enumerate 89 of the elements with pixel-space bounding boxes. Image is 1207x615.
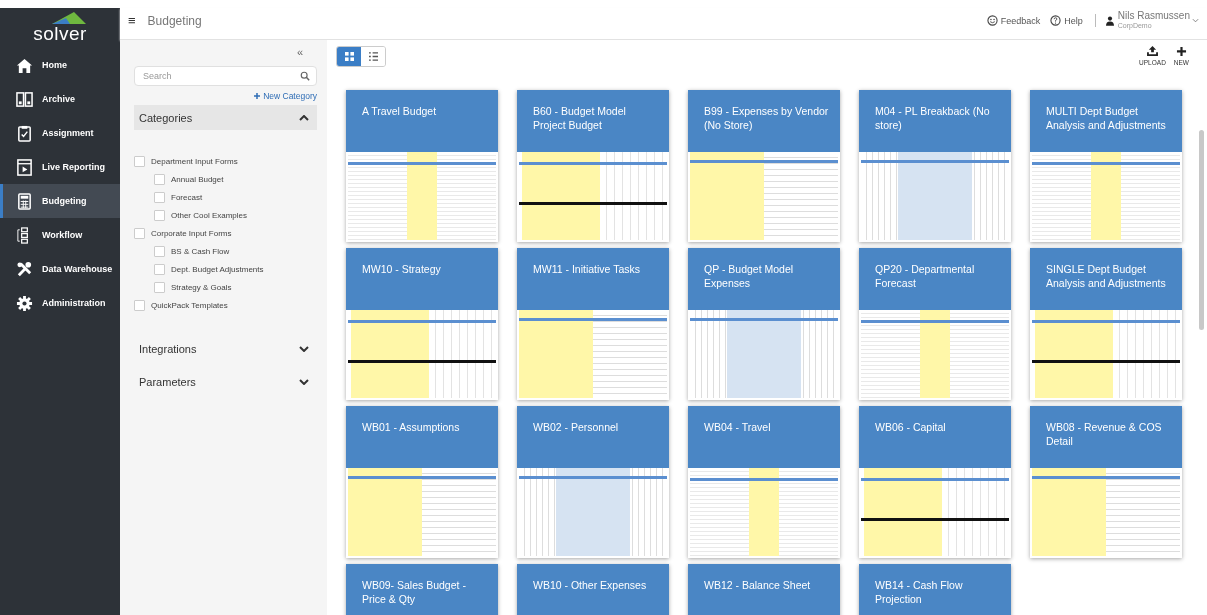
category-label: Dept. Budget Adjustments <box>171 264 264 274</box>
user-icon <box>1105 15 1114 26</box>
logo-mark-icon <box>52 12 86 24</box>
checkbox[interactable] <box>134 155 145 167</box>
plus-icon <box>1175 46 1187 56</box>
section-header[interactable]: Integrations <box>134 336 317 361</box>
list-icon <box>368 52 378 61</box>
clipboard-icon <box>16 124 33 142</box>
card-title: WB01 - Assumptions <box>346 406 498 468</box>
collapse-button[interactable]: « <box>134 40 317 60</box>
card-title: B60 - Budget Model Project Budget <box>517 90 669 152</box>
search-icon <box>300 71 310 81</box>
help-link[interactable]: Help <box>1050 15 1083 26</box>
nav-item[interactable]: Assignment <box>0 116 120 150</box>
checkbox[interactable] <box>154 209 165 221</box>
category-item[interactable]: Forecast <box>134 188 317 206</box>
category-item[interactable]: Strategy & Goals <box>134 278 317 296</box>
nav-item[interactable]: Administration <box>0 286 120 320</box>
card-title: WB09- Sales Budget - Price & Qty <box>346 564 498 615</box>
scrollbar[interactable] <box>1199 130 1204 330</box>
logo-text: solver <box>33 24 87 44</box>
card-title: QP20 - Departmental Forecast <box>859 248 1011 310</box>
calculator-icon <box>16 192 33 210</box>
card-title: WB14 - Cash Flow Projection <box>859 564 1011 615</box>
chevron-down-icon <box>299 345 309 352</box>
nav-item[interactable]: Budgeting <box>0 184 120 218</box>
checkbox[interactable] <box>154 281 165 293</box>
card-title: MW11 - Initiative Tasks <box>517 248 669 310</box>
checkbox[interactable] <box>134 299 145 311</box>
card-title: WB02 - Personnel <box>517 406 669 468</box>
card-title: WB12 - Balance Sheet <box>688 564 840 615</box>
category-label: Department Input Forms <box>151 156 238 166</box>
card-title: A Travel Budget <box>346 90 498 152</box>
chevron-down-icon <box>299 378 309 385</box>
card-title: B99 - Expenses by Vendor (No Store) <box>688 90 840 152</box>
feedback-link[interactable]: Feedback <box>986 15 1041 26</box>
grid-view-button[interactable] <box>337 47 361 66</box>
card-title: M04 - PL Breakback (No store) <box>859 90 1011 152</box>
card-title: WB08 - Revenue & COS Detail <box>1030 406 1182 468</box>
card-title: QP - Budget Model Expenses <box>688 248 840 310</box>
checkbox[interactable] <box>154 245 165 257</box>
nav-item[interactable]: Live Reporting <box>0 150 120 184</box>
category-item[interactable]: Department Input Forms <box>134 152 317 170</box>
category-item[interactable]: BS & Cash Flow <box>134 242 317 260</box>
checkbox[interactable] <box>154 191 165 203</box>
card-title: WB10 - Other Expenses <box>517 564 669 615</box>
category-label: Strategy & Goals <box>171 282 232 292</box>
gear-icon <box>16 294 33 312</box>
category-label: Annual Budget <box>171 174 224 184</box>
category-item[interactable]: Dept. Budget Adjustments <box>134 260 317 278</box>
card-title: MULTI Dept Budget Analysis and Adjustments <box>1030 90 1182 152</box>
caret-icon[interactable] <box>1192 18 1199 23</box>
nav-item[interactable]: Home <box>0 48 120 82</box>
nav-item[interactable]: Archive <box>0 82 120 116</box>
category-label: Forecast <box>171 192 203 202</box>
tools-icon <box>16 260 33 278</box>
category-label: BS & Cash Flow <box>171 246 230 256</box>
section-header[interactable]: Parameters <box>134 369 317 394</box>
checkbox[interactable] <box>154 173 165 185</box>
category-item[interactable]: Other Cool Examples <box>134 206 317 224</box>
category-item[interactable]: Corporate Input Forms <box>134 224 317 242</box>
home-icon <box>16 56 33 74</box>
help-icon <box>1050 15 1062 26</box>
card-title: SINGLE Dept Budget Analysis and Adjustments <box>1030 248 1182 310</box>
nav-item[interactable]: Data Warehouse <box>0 252 120 286</box>
checkbox[interactable] <box>154 263 165 275</box>
checkbox[interactable] <box>134 227 145 239</box>
upload-icon <box>1146 46 1158 56</box>
card-title: WB06 - Capital <box>859 406 1011 468</box>
user-name[interactable]: Nils Rasmussen <box>1117 10 1190 21</box>
section-header[interactable]: Categories <box>134 105 317 130</box>
report-icon <box>16 158 33 176</box>
category-label: QuickPack Templates <box>151 300 228 310</box>
category-item[interactable]: Annual Budget <box>134 170 317 188</box>
search-field[interactable]: Search <box>134 66 317 86</box>
card-title: MW10 - Strategy <box>346 248 498 310</box>
nav-item[interactable]: Workflow <box>0 218 120 252</box>
page-title: Budgeting <box>147 13 202 28</box>
card-title: WB04 - Travel <box>688 406 840 468</box>
category-item[interactable]: QuickPack Templates <box>134 296 317 314</box>
new-category-link[interactable]: New Category <box>254 91 317 101</box>
smiley-icon <box>986 15 998 26</box>
archive-icon <box>16 90 33 108</box>
category-label: Corporate Input Forms <box>151 228 232 238</box>
grid-icon <box>344 52 354 61</box>
menu-button[interactable]: ≡ <box>128 13 136 28</box>
chevron-up-icon <box>299 114 309 121</box>
category-label: Other Cool Examples <box>171 210 248 220</box>
plus-icon <box>254 93 261 99</box>
